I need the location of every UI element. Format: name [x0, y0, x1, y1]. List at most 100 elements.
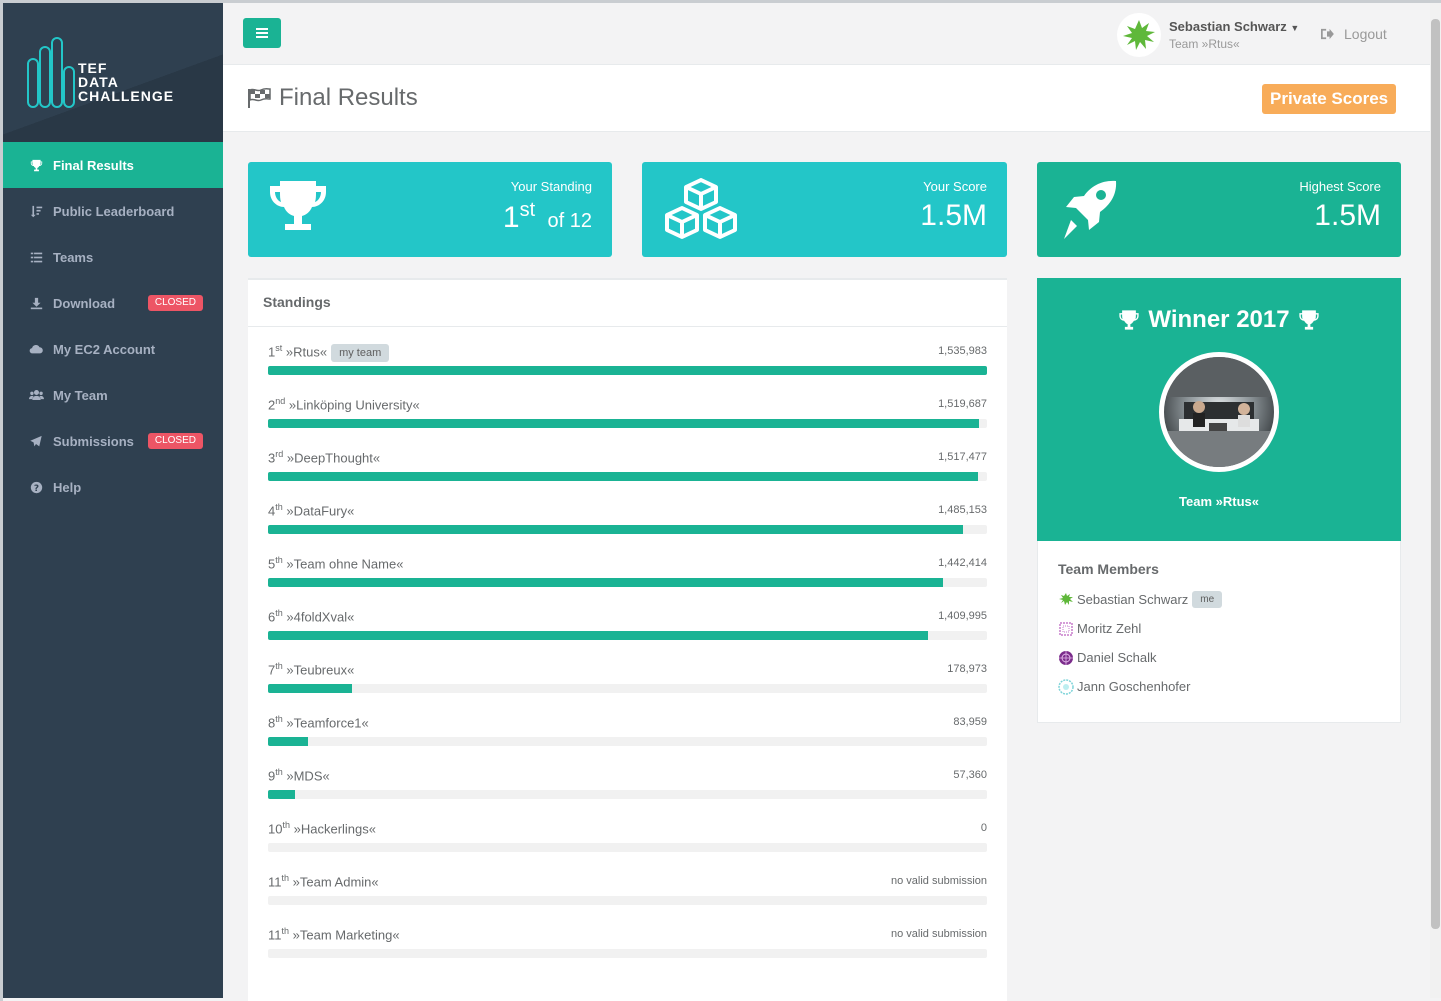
team-score: 178,973 [947, 663, 987, 675]
rank-suffix: nd [275, 396, 286, 406]
paper-plane-icon [27, 435, 45, 448]
standing-label: 11th »Team Marketing« [268, 926, 400, 942]
standing-row: 2nd »Linköping University« 1,519,687 [268, 380, 987, 433]
standing-label: 7th »Teubreux« [268, 661, 354, 677]
svg-text:?: ? [33, 483, 38, 493]
pattern-avatar-icon [1059, 650, 1073, 665]
standing-label: Your Standing [510, 179, 592, 194]
standing-label: 6th »4foldXval« [268, 608, 354, 624]
score-progress-bar [268, 843, 987, 852]
caret-down-icon: ▼ [1290, 23, 1300, 33]
sidebar-item-help[interactable]: ? Help [3, 464, 223, 510]
sidebar-item-label: Public Leaderboard [53, 203, 175, 219]
score-progress-fill [268, 631, 929, 640]
team-name: »Rtus« [285, 344, 328, 360]
team-member[interactable]: Sebastian Schwarz me [1058, 585, 1380, 614]
team-members-panel: Team Members Sebastian Schwarz me Moritz… [1037, 541, 1401, 723]
standing-suffix: st [519, 199, 536, 221]
rank-suffix: th [282, 820, 290, 830]
team-score: 1,519,687 [938, 398, 987, 410]
standing-label: 4th »DataFury« [268, 502, 354, 518]
sidebar-item-my-team[interactable]: My Team [3, 372, 223, 418]
trophy-icon [270, 181, 326, 230]
question-icon: ? [27, 481, 45, 494]
sidebar-item-download[interactable]: Download CLOSED [3, 280, 223, 326]
highest-score-label: Highest Score [1299, 179, 1381, 194]
team-score: 1,517,477 [938, 451, 987, 463]
menu-toggle-button[interactable] [243, 18, 281, 48]
team-score: no valid submission [891, 928, 987, 940]
private-scores-button[interactable]: Private Scores [1262, 84, 1397, 114]
page-title: Final Results [247, 84, 418, 112]
score-progress-fill [268, 472, 979, 481]
standing-rank: 1 [502, 201, 520, 234]
standing-label: 3rd »DeepThought« [268, 449, 380, 465]
score-label: Your Score [923, 179, 987, 194]
sidebar-item-label: My EC2 Account [53, 341, 156, 357]
team-name: »DeepThought« [286, 450, 381, 466]
sidebar-item-submissions[interactable]: Submissions CLOSED [3, 418, 223, 464]
standing-label: 10th »Hackerlings« [268, 820, 376, 836]
score-progress-bar [268, 472, 987, 481]
logout-link[interactable]: Logout [1320, 26, 1387, 42]
rank-suffix: st [275, 343, 283, 353]
sign-out-icon [1321, 28, 1334, 40]
page-title-text: Final Results [279, 84, 418, 111]
standings-panel: Standings 1st »Rtus« my team 1,535,983 2nd … [248, 278, 1007, 1001]
winner-team-name: Team »Rtus« [1179, 494, 1259, 509]
sidebar-item-my-ec2-account[interactable]: My EC2 Account [3, 326, 223, 372]
users-icon [27, 389, 45, 401]
team-score: no valid submission [891, 875, 987, 887]
rank-suffix: th [275, 661, 283, 671]
standing-widget: Your Standing 1st of 12 [248, 162, 612, 257]
standing-label: 1st »Rtus« my team [268, 343, 390, 363]
standing-row: 9th »MDS« 57,360 [268, 751, 987, 804]
score-progress-bar [268, 790, 987, 799]
score-progress-fill [268, 366, 987, 375]
user-menu[interactable]: Sebastian Schwarz ▼ Team »Rtus« [1117, 13, 1299, 57]
score-progress-bar [268, 896, 987, 905]
sidebar-item-public-leaderboard[interactable]: Public Leaderboard [3, 188, 223, 234]
rocket-icon [1064, 180, 1117, 239]
rank-suffix: th [275, 502, 283, 512]
sort-icon [27, 205, 45, 218]
trophy-icon [1298, 310, 1319, 330]
rank-number: 10 [268, 821, 283, 837]
score-progress-bar [268, 419, 987, 428]
team-name: »4foldXval« [286, 609, 355, 625]
team-score: 1,409,995 [938, 610, 987, 622]
sidebar-item-teams[interactable]: Teams [3, 234, 223, 280]
team-member[interactable]: Jann Goschenhofer [1058, 672, 1380, 701]
standing-row: 4th »DataFury« 1,485,153 [268, 486, 987, 539]
logo-line: CHALLENGE [78, 88, 175, 104]
standings-list: 1st »Rtus« my team 1,535,983 2nd »Linköping… [248, 327, 1007, 963]
sidebar-item-label: My Team [53, 387, 108, 403]
closed-badge: CLOSED [147, 433, 203, 449]
team-name: »MDS« [286, 768, 330, 784]
logo[interactable]: TEF DATA CHALLENGE [3, 3, 223, 142]
user-name-text: Sebastian Schwarz [1169, 19, 1287, 34]
team-score: 83,959 [953, 716, 987, 728]
splat-avatar-icon [1059, 592, 1073, 605]
member-name: Daniel Schalk [1077, 650, 1157, 665]
sidebar-item-final-results[interactable]: Final Results [3, 142, 223, 188]
team-member[interactable]: Moritz Zehl [1058, 614, 1380, 643]
standings-title: Standings [248, 280, 1007, 327]
sidebar-nav: Final Results Public Leaderboard Teams D… [3, 142, 223, 510]
flag-checkered-icon [248, 88, 271, 108]
team-score: 57,360 [953, 769, 987, 781]
trophy-icon [27, 159, 45, 172]
scrollbar-thumb[interactable] [1431, 19, 1440, 929]
rank-suffix: th [281, 926, 290, 936]
team-member[interactable]: Daniel Schalk [1058, 643, 1380, 672]
page-scrollbar[interactable] [1430, 3, 1441, 998]
team-name: »Team Marketing« [292, 927, 400, 943]
rank-number: 11 [268, 927, 282, 943]
score-progress-bar [268, 631, 987, 640]
user-name: Sebastian Schwarz ▼ [1169, 19, 1299, 34]
score-progress-fill [268, 578, 944, 587]
score-progress-fill [268, 525, 964, 534]
logo-line: DATA [78, 74, 119, 90]
rank-suffix: th [275, 555, 283, 565]
highest-score-widget: Highest Score 1.5M [1037, 162, 1401, 257]
